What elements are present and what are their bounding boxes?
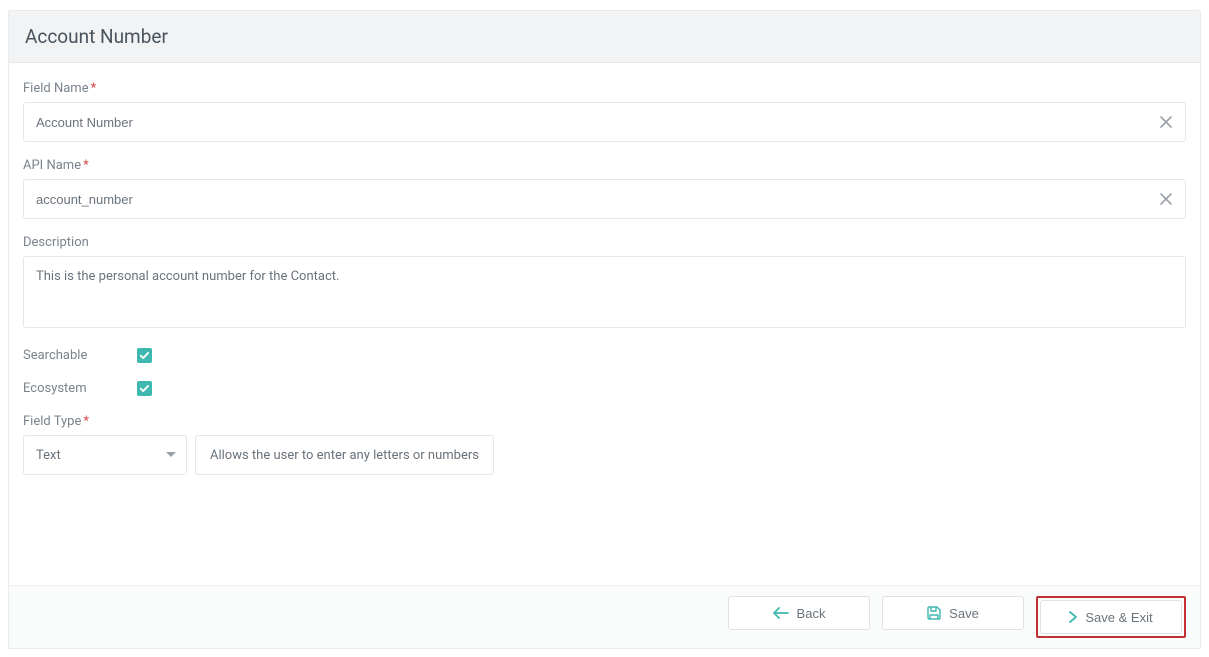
arrow-left-icon [773,607,789,619]
back-button-label: Back [797,606,826,621]
field-name-group: Field Name* [23,81,1186,142]
field-type-group: Field Type* Text Allows the user to ente… [23,414,1186,475]
close-icon [1159,115,1173,129]
api-name-group: API Name* [23,158,1186,219]
field-name-label: Field Name* [23,81,1186,96]
searchable-label: Searchable [23,348,137,363]
required-marker: * [83,158,89,173]
required-marker: * [91,81,97,96]
save-exit-button[interactable]: Save & Exit [1040,600,1182,634]
searchable-row: Searchable [23,348,1186,363]
form-body: Field Name* API Name* [9,63,1200,585]
field-type-select[interactable]: Text [23,435,187,475]
close-icon [1159,192,1173,206]
save-icon [927,606,941,620]
save-button[interactable]: Save [882,596,1024,630]
searchable-checkbox[interactable] [137,348,152,363]
chevron-right-icon [1069,611,1077,623]
save-button-label: Save [949,606,979,621]
ecosystem-checkbox[interactable] [137,381,152,396]
field-name-input[interactable] [23,102,1186,142]
ecosystem-label: Ecosystem [23,381,137,396]
label-text: Field Type [23,414,81,429]
page-title: Account Number [9,11,1200,63]
description-label: Description [23,235,1186,250]
field-edit-panel: Account Number Field Name* API Name* [8,10,1201,649]
field-type-selected-value: Text [36,448,61,463]
label-text: API Name [23,158,81,173]
chevron-down-icon [166,452,176,458]
api-name-input[interactable] [23,179,1186,219]
check-icon [139,383,150,394]
back-button[interactable]: Back [728,596,870,630]
footer-actions: Back Save Save & Exit [9,585,1200,648]
clear-api-name-button[interactable] [1154,187,1178,211]
description-textarea[interactable] [23,256,1186,328]
field-type-helper: Allows the user to enter any letters or … [195,435,494,475]
description-group: Description [23,235,1186,332]
save-exit-button-label: Save & Exit [1085,610,1152,625]
save-exit-highlight: Save & Exit [1036,596,1186,638]
label-text: Field Name [23,81,89,96]
clear-field-name-button[interactable] [1154,110,1178,134]
field-type-label: Field Type* [23,414,1186,429]
api-name-label: API Name* [23,158,1186,173]
ecosystem-row: Ecosystem [23,381,1186,396]
required-marker: * [83,414,89,429]
check-icon [139,350,150,361]
